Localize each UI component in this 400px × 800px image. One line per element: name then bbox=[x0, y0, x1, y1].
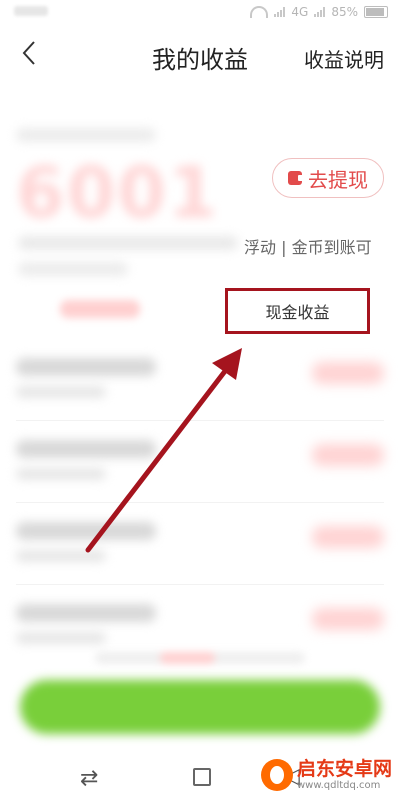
signal-icon bbox=[274, 7, 286, 17]
watermark-url: www.qdltdq.com bbox=[296, 780, 381, 791]
withdraw-button[interactable]: 去提现 bbox=[272, 158, 384, 198]
wifi-icon bbox=[250, 6, 269, 18]
watermark-name: 启东安卓网 bbox=[296, 758, 392, 780]
balance-amount: 6001 bbox=[16, 152, 219, 234]
action-button-blurred[interactable] bbox=[20, 680, 380, 734]
tab-coin-earnings[interactable] bbox=[60, 300, 140, 318]
status-bar: 4G 85% bbox=[0, 0, 400, 28]
recent-apps-icon[interactable]: ⇄ bbox=[80, 766, 98, 791]
divider bbox=[16, 584, 384, 585]
watermark-logo-icon bbox=[260, 759, 293, 791]
wallet-icon bbox=[288, 171, 304, 185]
tab-cash-label: 现金收益 bbox=[265, 303, 330, 322]
tab-cash-earnings[interactable]: 现金收益 bbox=[225, 288, 370, 334]
divider bbox=[16, 420, 384, 421]
footer-note-blurred bbox=[95, 652, 305, 664]
status-time bbox=[14, 6, 48, 16]
divider bbox=[16, 502, 384, 503]
watermark: 启东安卓网 www.qdltdq.com bbox=[260, 758, 392, 792]
network-type: 4G bbox=[291, 5, 309, 19]
withdraw-label: 去提现 bbox=[308, 167, 368, 192]
battery-percent: 85% bbox=[331, 5, 358, 19]
tab-bar: 现金收益 bbox=[0, 288, 400, 334]
earnings-explanation-link[interactable]: 收益说明 bbox=[304, 44, 384, 73]
note-text: 浮动 | 金币到账可 bbox=[244, 238, 372, 257]
home-icon[interactable] bbox=[193, 768, 211, 786]
list-item[interactable] bbox=[16, 434, 384, 496]
note-line-blurred bbox=[18, 236, 238, 250]
header: 我的收益 收益说明 bbox=[0, 28, 400, 78]
note-line-2-blurred bbox=[18, 262, 128, 276]
list-item[interactable] bbox=[16, 516, 384, 578]
status-icons: 4G 85% bbox=[250, 5, 388, 19]
battery-icon bbox=[364, 6, 388, 18]
signal-icon-2 bbox=[314, 7, 326, 17]
balance-label-blurred bbox=[16, 128, 156, 142]
list-item[interactable] bbox=[16, 352, 384, 414]
list-item[interactable] bbox=[16, 598, 384, 660]
